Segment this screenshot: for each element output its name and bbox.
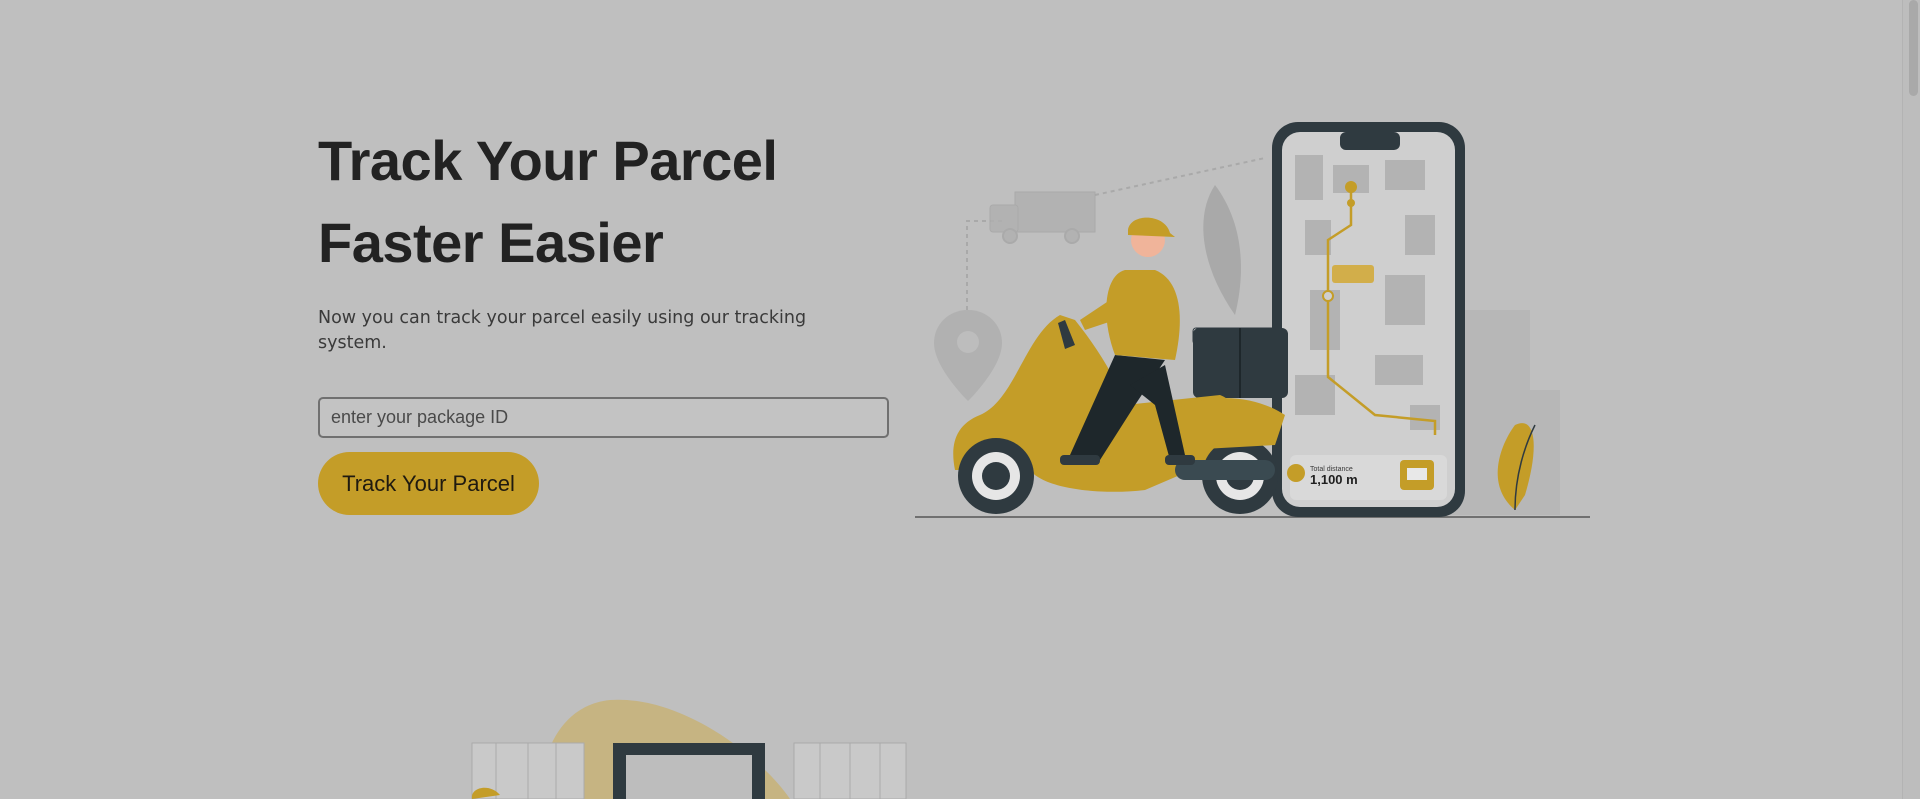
hero-section: Track Your Parcel Faster Easier Now you …	[318, 120, 918, 374]
warehouse-illustration	[471, 699, 907, 799]
total-distance-value: 1,100 m	[1310, 472, 1358, 487]
hero-subtitle: Now you can track your parcel easily usi…	[318, 308, 807, 353]
package-id-input[interactable]	[318, 397, 889, 438]
title-line-2: Faster Easier	[318, 211, 664, 274]
truck-icon	[989, 191, 1096, 244]
delivery-illustration: Total distance 1,100 m	[915, 122, 1590, 518]
scrollbar-thumb[interactable]	[1909, 0, 1918, 96]
page-title: Track Your Parcel Faster Easier	[318, 120, 918, 284]
location-pin-icon	[934, 310, 1002, 401]
page-scrollbar[interactable]	[1902, 0, 1920, 799]
phone-icon	[1272, 122, 1465, 517]
title-line-1: Track Your Parcel	[318, 129, 778, 192]
track-parcel-button[interactable]: Track Your Parcel	[318, 452, 539, 515]
